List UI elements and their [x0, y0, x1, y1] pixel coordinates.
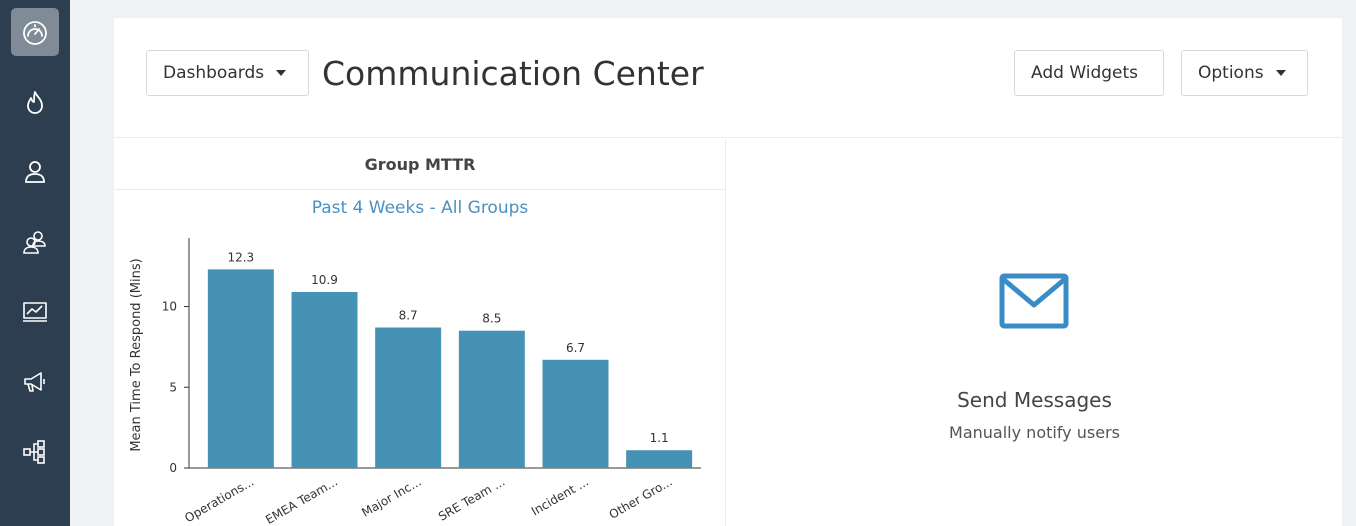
bar-value-label: 8.7	[399, 309, 418, 323]
bar-value-label: 8.5	[482, 312, 501, 326]
bar	[207, 269, 274, 468]
bar-value-label: 10.9	[311, 273, 338, 287]
speedometer-icon	[23, 21, 47, 45]
x-tick-label: Major Inc...	[359, 474, 423, 519]
bar-value-label: 6.7	[566, 341, 585, 355]
nav-dashboard[interactable]	[11, 8, 59, 56]
y-axis-label: Mean Time To Respond (Mins)	[129, 258, 144, 451]
x-tick-label: Incident ...	[529, 474, 591, 518]
add-widgets-label: Add Widgets	[1031, 63, 1139, 83]
group-icon	[23, 231, 46, 254]
chevron-down-icon	[276, 70, 287, 76]
options-dropdown[interactable]: Options	[1181, 50, 1308, 96]
bar	[626, 450, 693, 468]
dashboard-header: Dashboards Communication Center Add Widg…	[114, 18, 1342, 138]
envelope-icon	[999, 273, 1069, 329]
page-title: Communication Center	[322, 54, 704, 93]
nav-groups[interactable]	[11, 218, 59, 266]
analytics-monitor-icon	[23, 302, 47, 322]
bar	[291, 291, 358, 468]
send-messages-title: Send Messages	[957, 388, 1112, 412]
bar-value-label: 1.1	[650, 431, 669, 445]
bar-value-label: 12.3	[227, 250, 254, 264]
dashboards-dropdown-label: Dashboards	[163, 63, 265, 83]
bar	[458, 330, 525, 468]
hierarchy-icon	[23, 440, 45, 464]
group-mttr-widget: Group MTTR Past 4 Weeks - All Groups 051…	[114, 140, 726, 526]
nav-workflows[interactable]	[11, 428, 59, 476]
nav-users[interactable]	[11, 148, 59, 196]
add-widgets-button[interactable]: Add Widgets	[1014, 50, 1164, 96]
x-tick-label: Other Gro...	[607, 474, 675, 521]
nav-analytics[interactable]	[11, 288, 59, 336]
x-tick-label: SRE Team ...	[436, 474, 507, 523]
flame-icon	[27, 91, 43, 114]
dashboard-card: Dashboards Communication Center Add Widg…	[114, 18, 1342, 526]
bar	[542, 359, 609, 468]
x-tick-label: EMEA Team...	[263, 474, 340, 526]
main-area: Dashboards Communication Center Add Widg…	[70, 0, 1356, 526]
send-messages-subtitle: Manually notify users	[949, 423, 1120, 442]
sidebar	[0, 0, 70, 526]
megaphone-icon	[24, 372, 45, 392]
send-messages-widget[interactable]: Send Messages Manually notify users	[727, 140, 1342, 526]
bar	[375, 327, 442, 468]
user-icon	[25, 161, 45, 183]
x-tick-label: Operations...	[182, 474, 256, 525]
mttr-bar-chart: 0 5 10 Mean Time To Respond (Mins) 12.3 Opera…	[129, 238, 701, 526]
options-dropdown-label: Options	[1198, 63, 1264, 83]
y-tick-label: 5	[169, 380, 177, 394]
y-tick-label: 0	[169, 461, 177, 475]
chevron-down-icon	[1275, 70, 1286, 76]
nav-communications[interactable]	[11, 358, 59, 406]
nav-incidents[interactable]	[11, 79, 59, 127]
y-tick-label: 10	[162, 300, 177, 314]
dashboards-dropdown[interactable]: Dashboards	[146, 50, 309, 96]
